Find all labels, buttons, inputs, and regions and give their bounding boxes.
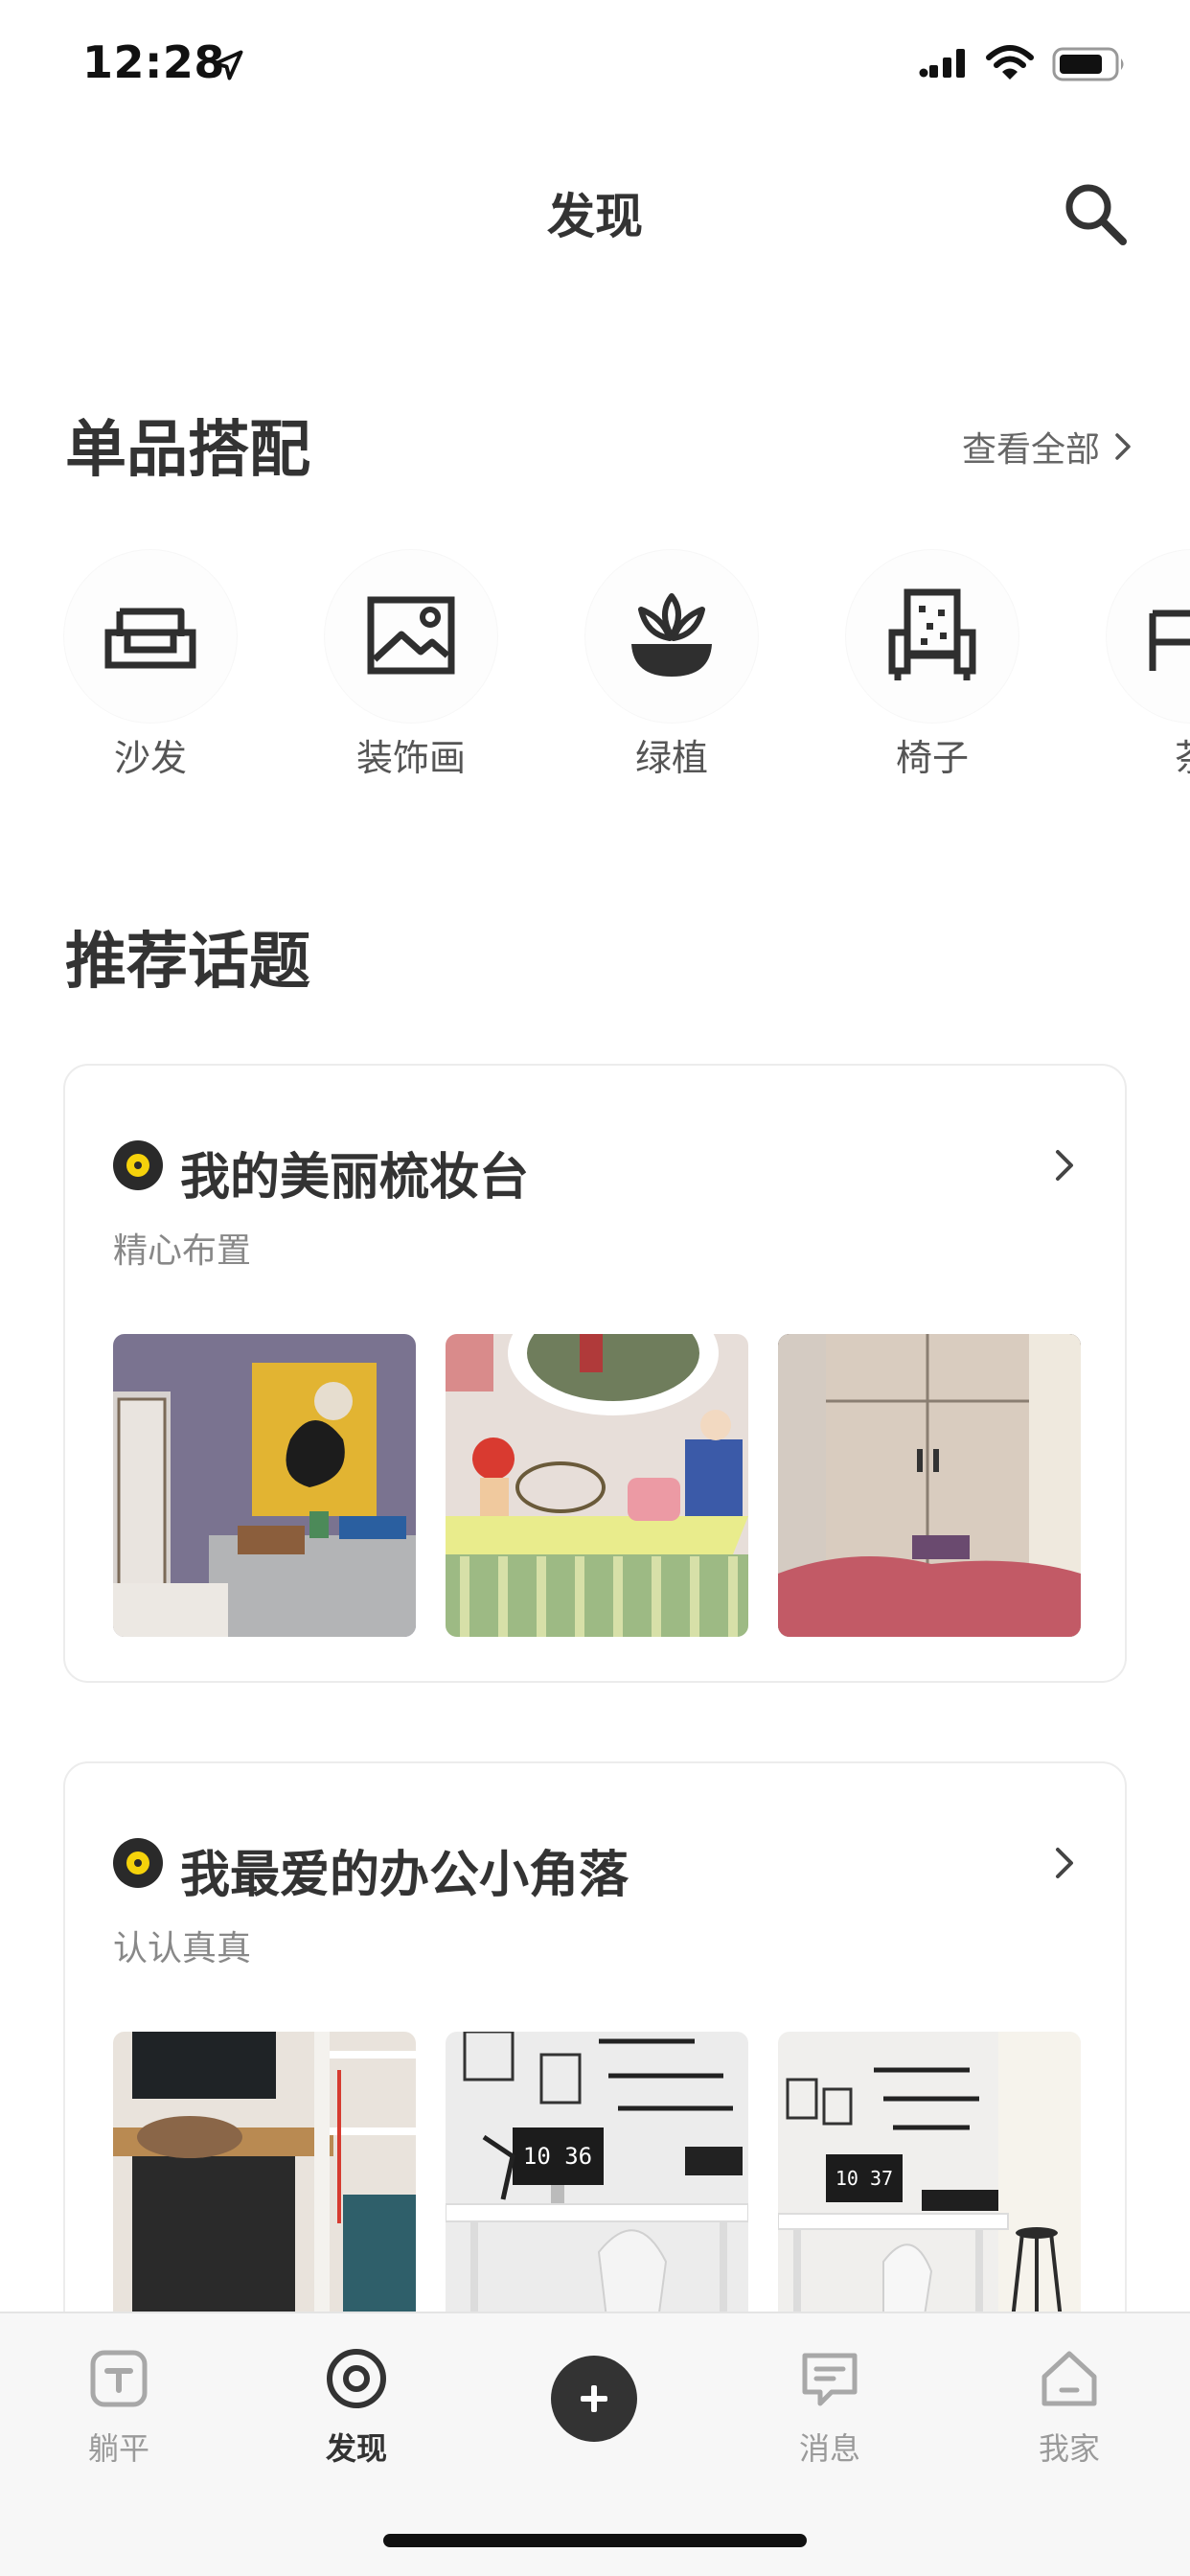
chevron-right-icon[interactable] bbox=[1052, 1146, 1077, 1184]
chevron-right-icon bbox=[1115, 433, 1131, 460]
topic-badge-icon bbox=[113, 1140, 163, 1190]
category-icon-circle bbox=[585, 550, 758, 723]
vanity-photo-2 bbox=[446, 1334, 748, 1637]
battery-icon bbox=[1052, 47, 1124, 81]
category-painting[interactable]: 装饰画 bbox=[320, 550, 502, 790]
category-icon-circle bbox=[1107, 550, 1190, 723]
plus-icon[interactable] bbox=[551, 2356, 637, 2442]
tab-tangping[interactable]: 躺平 bbox=[42, 2348, 195, 2492]
vanity-photo-3 bbox=[778, 1334, 1081, 1637]
category-label: 椅子 bbox=[895, 737, 969, 779]
cellular-signal-icon bbox=[919, 49, 965, 78]
category-label: 装饰画 bbox=[355, 737, 466, 779]
office-photo-1 bbox=[113, 2032, 416, 2334]
topic-photo[interactable]: 10 37 bbox=[778, 2032, 1081, 2334]
tab-my-home[interactable]: 我家 bbox=[993, 2348, 1146, 2492]
discover-icon bbox=[327, 2349, 386, 2408]
page-title: 发现 bbox=[547, 189, 643, 244]
status-time: 12:28 bbox=[82, 36, 225, 88]
chair-icon bbox=[888, 588, 976, 680]
topic-card[interactable]: 我的美丽梳妆台 精心布置 bbox=[63, 1064, 1127, 1683]
category-sofa[interactable]: 沙发 bbox=[59, 550, 241, 790]
message-icon bbox=[802, 2353, 858, 2406]
chevron-right-icon[interactable] bbox=[1052, 1844, 1077, 1882]
plant-icon bbox=[631, 593, 712, 677]
topic-badge-icon bbox=[113, 1838, 163, 1888]
category-label: 茶 bbox=[1083, 728, 1190, 781]
topics-title: 推荐话题 bbox=[65, 927, 310, 998]
category-chair[interactable]: 椅子 bbox=[841, 550, 1023, 790]
category-plant[interactable]: 绿植 bbox=[581, 550, 763, 790]
topic-photo[interactable] bbox=[113, 2032, 416, 2334]
topic-photo[interactable]: 10 36 bbox=[446, 2032, 748, 2334]
tab-label: 消息 bbox=[798, 2430, 860, 2467]
home-icon bbox=[1041, 2351, 1097, 2406]
category-tea-table[interactable]: 茶 bbox=[1102, 550, 1190, 790]
category-label: 绿植 bbox=[634, 737, 708, 779]
tab-label: 我家 bbox=[1038, 2430, 1100, 2467]
photo-clock-text: 10 37 bbox=[835, 2167, 893, 2190]
single-items-title: 单品搭配 bbox=[65, 415, 310, 486]
topic-photo[interactable] bbox=[113, 1334, 416, 1637]
status-bar: 12:28 bbox=[0, 0, 1190, 128]
discover-page: 12:28 发现 单品搭配 查看全部 沙发 装饰画 绿植 椅子 推荐话题 我的美… bbox=[0, 0, 1190, 2576]
tab-label: 躺平 bbox=[87, 2430, 149, 2467]
tab-label: 发现 bbox=[325, 2430, 387, 2467]
topic-title: 我最爱的办公小角落 bbox=[180, 1847, 629, 1904]
tab-discover[interactable]: 发现 bbox=[280, 2348, 433, 2492]
tea-table-icon bbox=[1149, 610, 1190, 671]
location-arrow-icon bbox=[213, 50, 243, 80]
vanity-photo-1 bbox=[113, 1334, 416, 1637]
category-icon-circle bbox=[64, 550, 237, 723]
tab-messages[interactable]: 消息 bbox=[753, 2348, 906, 2492]
topic-subtitle: 认认真真 bbox=[113, 1929, 252, 1968]
see-all-link[interactable]: 查看全部 bbox=[962, 422, 1134, 472]
office-photo-2: 10 36 bbox=[446, 2032, 748, 2334]
picture-icon bbox=[367, 596, 455, 675]
topic-photo[interactable] bbox=[778, 1334, 1081, 1637]
home-indicator[interactable] bbox=[383, 2534, 807, 2547]
category-icon-circle bbox=[325, 550, 497, 723]
office-photo-3: 10 37 bbox=[778, 2032, 1081, 2334]
category-icon-circle bbox=[846, 550, 1018, 723]
topic-title: 我的美丽梳妆台 bbox=[180, 1149, 530, 1207]
photo-clock-text: 10 36 bbox=[523, 2143, 592, 2170]
category-label: 沙发 bbox=[113, 737, 187, 779]
search-icon[interactable] bbox=[1060, 178, 1133, 251]
wifi-icon bbox=[986, 45, 1034, 80]
topic-photo[interactable] bbox=[446, 1334, 748, 1637]
category-row: 沙发 装饰画 绿植 椅子 bbox=[0, 550, 1190, 790]
sofa-icon bbox=[104, 608, 196, 669]
topic-subtitle: 精心布置 bbox=[113, 1231, 252, 1271]
see-all-label: 查看全部 bbox=[961, 430, 1100, 470]
topic-thumbnails: 10 36 10 37 bbox=[113, 2032, 1081, 2334]
topic-thumbnails bbox=[113, 1334, 1081, 1637]
tangping-icon bbox=[90, 2350, 148, 2407]
